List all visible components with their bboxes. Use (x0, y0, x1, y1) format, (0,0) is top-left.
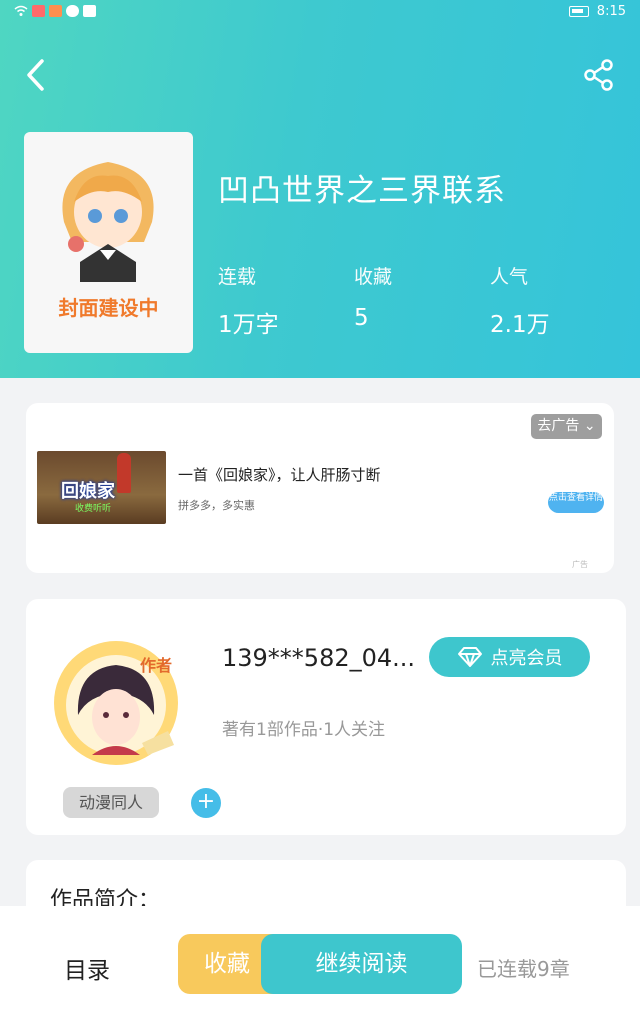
ad-cta-button[interactable]: 点击查看详情 (548, 492, 604, 513)
author-badge: 作者 (140, 656, 172, 675)
ad-figure (117, 453, 131, 493)
app-notification-icon (32, 5, 45, 17)
stat-popularity: 人气 2.1万 (490, 262, 550, 339)
author-meta: 著有1部作品·1人关注 (222, 720, 386, 740)
diamond-icon (457, 647, 482, 667)
ad-thumb-text: 回娘家 (61, 481, 115, 502)
continue-reading-button[interactable]: 继续阅读 (261, 934, 462, 994)
author-avatar-image: 作者 (54, 641, 178, 765)
stat-value: 5 (354, 305, 369, 331)
ad-mark: 广告 (572, 560, 588, 569)
ad-thumbnail[interactable]: 回娘家 收费听听 (37, 451, 166, 524)
back-button[interactable] (22, 58, 52, 92)
add-tag-button[interactable]: + (191, 788, 221, 818)
vip-label: 点亮会员 (490, 648, 563, 669)
stat-label: 人气 (490, 266, 529, 288)
cover-illustration (62, 162, 154, 282)
wechat-icon (66, 5, 79, 17)
cover-caption: 封面建设中 (58, 296, 159, 320)
ad-thumb-sub: 收费听听 (75, 504, 112, 514)
remove-ad-button[interactable]: 去广告 ⌄ (531, 414, 602, 439)
app-notification-icon (49, 5, 62, 17)
ad-subline: 拼多多，多实惠 (178, 499, 255, 512)
toc-button[interactable]: 目录 (64, 951, 110, 985)
clock: 8:15 (596, 4, 626, 19)
wifi-icon (14, 5, 28, 16)
book-header: 8:15 封面建设中 凹凸世界之三界联系 连载 1万字 收藏 5 人气 2.1万 (0, 0, 640, 378)
stat-favorites: 收藏 5 (354, 262, 392, 331)
ad-headline[interactable]: 一首《回娘家》，让人肝肠寸断 (178, 464, 381, 485)
message-icon (83, 5, 96, 17)
category-tag[interactable]: 动漫同人 (63, 787, 159, 818)
stat-label: 连载 (218, 266, 257, 288)
serial-info: 已连载9章 (477, 957, 570, 981)
ad-card[interactable]: 去广告 ⌄ 回娘家 收费听听 一首《回娘家》，让人肝肠寸断 拼多多，多实惠 点击… (26, 403, 614, 573)
author-avatar[interactable]: 作者 (48, 635, 184, 771)
chevron-down-icon: ⌄ (583, 418, 596, 434)
system-status: 8:15 (568, 4, 626, 19)
share-button[interactable] (582, 58, 616, 92)
vip-button[interactable]: 点亮会员 (429, 637, 590, 677)
author-name[interactable]: 139***582_04... (222, 644, 422, 672)
author-card: 作者 139***582_04... 点亮会员 著有1部作品·1人关注 动漫同人… (26, 599, 626, 835)
stat-value: 1万字 (218, 312, 279, 338)
chevron-left-icon (27, 59, 44, 91)
remove-ad-label: 去广告 (537, 418, 580, 434)
notification-icons (14, 5, 96, 17)
share-icon (584, 59, 613, 91)
status-bar: 8:15 (0, 0, 640, 24)
battery-icon (568, 6, 589, 17)
book-title: 凹凸世界之三界联系 (218, 173, 506, 209)
stat-label: 收藏 (354, 266, 393, 288)
bottom-action-bar: 目录 收藏 继续阅读 已连载9章 (0, 906, 640, 1024)
book-cover[interactable]: 封面建设中 (24, 132, 193, 353)
stat-value: 2.1万 (490, 312, 550, 338)
stat-serial: 连载 1万字 (218, 262, 279, 339)
